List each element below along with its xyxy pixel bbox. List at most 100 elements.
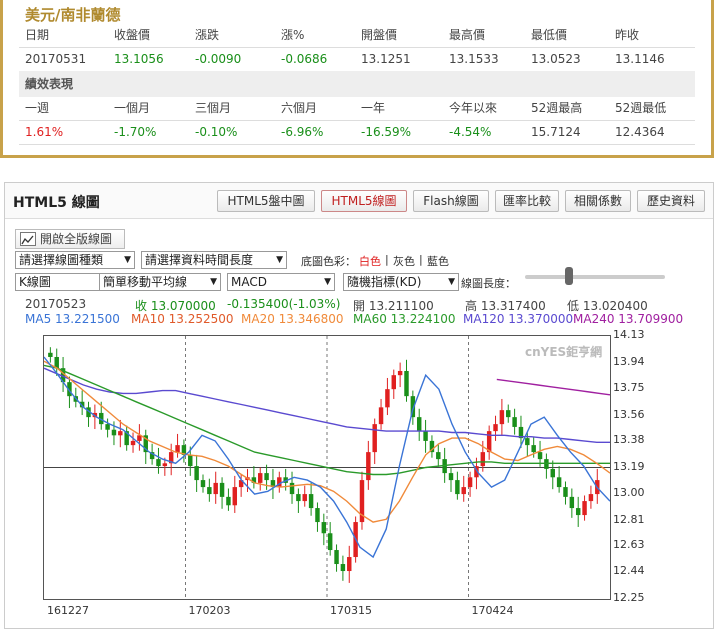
candle-body [550,468,555,478]
chart-plot-area[interactable] [43,335,611,600]
kd-select[interactable]: 隨機指標(KD) ▼ [343,273,459,291]
candle-body [506,410,511,418]
tab-history[interactable]: 歷史資料 [637,190,705,212]
candle-body [372,424,377,453]
candle-body [188,454,193,467]
perf-header-row: 一週 一個月 三個月 六個月 一年 今年以來 52週最高 52週最低 [19,95,695,121]
hdr-low: 最低價 [531,28,568,42]
ma10-label: MA10 13.252500 [131,312,234,326]
perf-hdr-52w-low: 52週最低 [615,101,667,115]
perf-val-52w-high: 15.7124 [531,125,581,139]
val-change: -0.0090 [195,52,242,66]
candle-body [366,452,371,481]
bg-sep-1: | [385,253,389,266]
macd-select[interactable]: MACD ▼ [227,273,335,291]
hdr-close: 收盤價 [114,28,151,42]
ma240-label: MA240 13.709900 [573,312,684,326]
chart-length-slider-track[interactable] [525,275,665,279]
candle-body [194,466,199,481]
candle-body [455,480,460,495]
chart-icon [20,232,36,246]
val-high: 13.1533 [449,52,499,66]
hdr-change-pct: 漲% [281,28,305,42]
ma120-label: MA120 13.370000 [463,312,574,326]
candle-body [512,417,517,427]
perf-hdr-week: 一週 [25,101,50,115]
chart-length-slider-knob[interactable] [565,267,573,285]
ma240-line [496,378,611,396]
perf-val-ytd: -4.54% [449,125,492,139]
watermark: cnYES鉅亨網 [525,345,603,359]
candle-body [531,445,536,453]
chart-panel: HTML5 線圖 HTML5盤中圖 HTML5線圖 Flash線圖 匯率比較 相… [4,182,714,629]
ma-select[interactable]: 簡單移動平均線 ▼ [99,273,221,291]
bg-gray-link[interactable]: 灰色 [393,253,415,269]
y-tick-label: 13.38 [613,432,645,446]
tab-correlation[interactable]: 相關係數 [565,190,631,212]
quote-header-row: 日期 收盤價 漲跌 漲% 開盤價 最高價 最低價 昨收 [19,22,695,48]
candle-body [315,508,320,523]
candle-body [289,482,295,495]
val-low: 13.0523 [531,52,581,66]
dropdown-arrow-icon: ▼ [324,277,331,287]
candle-body [213,482,218,495]
candle-body [156,459,161,467]
candle-body [499,410,505,425]
dropdown-arrow-icon: ▼ [448,277,455,287]
candle-body [537,452,543,460]
candle-body [448,473,454,481]
hdr-change: 漲跌 [195,28,220,42]
val-change-pct: -0.0686 [281,52,328,66]
candle-body [200,480,206,488]
candle-body [582,501,587,516]
perf-val-week: 1.61% [25,125,64,139]
ma-select-value: 簡單移動平均線 [103,275,188,289]
ma20-label: MA20 13.346800 [241,312,344,326]
bg-white-link[interactable]: 白色 [359,253,381,269]
chart-svg [43,336,611,599]
candle-body [556,477,562,488]
candle-body [347,557,352,572]
hdr-high: 最高價 [449,28,486,42]
perf-hdr-6month: 六個月 [281,101,318,115]
candle-body [302,494,307,502]
candle-body [404,370,409,397]
candle-body [563,487,568,497]
candle-body [480,452,486,467]
candle-body [130,440,136,446]
bg-blue-link[interactable]: 藍色 [427,253,449,269]
tab-html5-intraday[interactable]: HTML5盤中圖 [217,190,315,212]
tab-flash-chart[interactable]: Flash線圖 [413,190,489,212]
chart-type-select-value: 請選擇線圖種類 [19,253,104,267]
dropdown-arrow-icon: ▼ [210,277,217,287]
candle-body [226,496,231,506]
candle-body [118,431,123,436]
candle-body [296,494,301,502]
bg-sep-2: | [419,253,423,266]
chart-title: HTML5 線圖 [13,195,100,211]
candle-body [264,473,269,481]
candle-body [391,375,397,390]
quote-panel: 美元/南非蘭德 日期 收盤價 漲跌 漲% 開盤價 最高價 最低價 昨收 2017… [0,0,714,158]
macd-select-value: MACD [231,275,267,289]
y-tick-label: 13.94 [613,354,645,368]
perf-hdr-52w-high: 52週最高 [531,101,583,115]
x-tick-label: 170203 [188,604,231,617]
candle-body [48,352,53,357]
candle-body [525,438,530,446]
tab-html5-chart[interactable]: HTML5線圖 [321,190,407,212]
period-select[interactable]: 請選擇資料時間長度 ▼ [141,251,287,269]
info-date: 20170523 [25,297,87,311]
bg-color-label: 底圖色彩： [301,255,356,268]
tab-fx-compare[interactable]: 匯率比較 [495,190,559,212]
open-full-chart-button[interactable]: 開啟全版線圖 [15,229,125,249]
ma5-label: MA5 13.221500 [25,312,120,326]
candle-body [423,431,428,441]
val-prev-close: 13.1146 [615,52,665,66]
y-tick-label: 13.75 [613,381,645,395]
candle-body [397,370,403,376]
quote-values-row: 20170531 13.1056 -0.0090 -0.0686 13.1251… [19,46,695,72]
chart-type-select[interactable]: 請選擇線圖種類 ▼ [15,251,135,269]
candle-body [232,487,238,506]
candle-body [436,452,441,460]
